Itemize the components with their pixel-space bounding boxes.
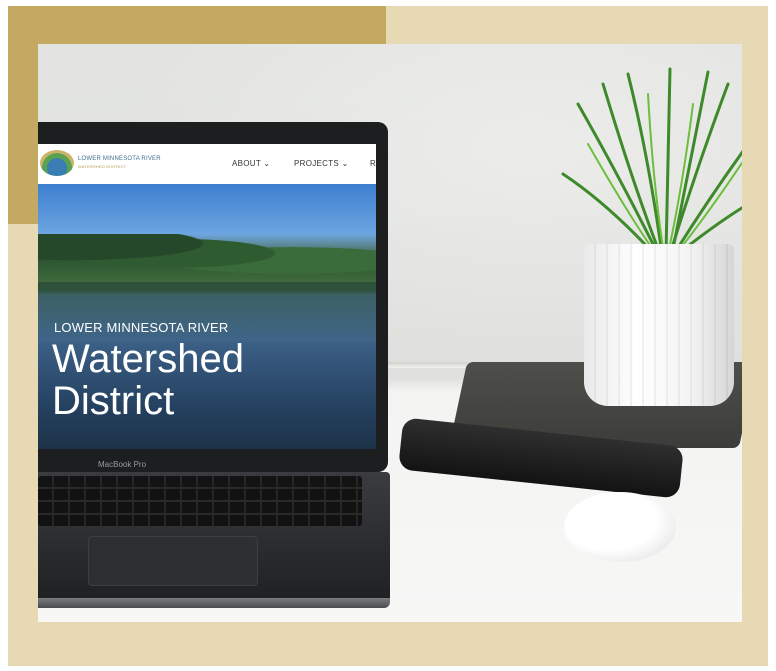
laptop-screen: LOWER MINNESOTA RIVER WATERSHED DISTRICT… [38, 144, 376, 449]
laptop-front-edge [38, 598, 390, 608]
hero-kicker: LOWER MINNESOTA RIVER [54, 320, 229, 335]
website-navbar: LOWER MINNESOTA RIVER WATERSHED DISTRICT… [38, 144, 376, 184]
workspace-photo: LOWER MINNESOTA RIVER WATERSHED DISTRICT… [38, 44, 742, 622]
hero-title-line2: District [52, 379, 175, 423]
hero-treeline [38, 234, 376, 282]
keyboard-rows [38, 476, 362, 526]
nav-projects[interactable]: PROJECTS ⌄ [294, 159, 349, 168]
logo-subtitle: WATERSHED DISTRICT [78, 164, 127, 169]
nav-about[interactable]: ABOUT ⌄ [232, 159, 270, 168]
logo-title: LOWER MINNESOTA RIVER [78, 156, 161, 162]
plant-leaves [561, 67, 742, 256]
laptop-brand-label: MacBook Pro [98, 460, 147, 469]
hero-title: Watershed District [52, 338, 244, 422]
site-logo-text[interactable]: LOWER MINNESOTA RIVER WATERSHED DISTRICT [78, 156, 161, 170]
watershed-logo-icon[interactable] [40, 150, 74, 176]
mouse [564, 492, 676, 562]
laptop-trackpad [88, 536, 258, 586]
plant-pot-ridges [584, 244, 734, 406]
hero-banner: LOWER MINNESOTA RIVER Watershed District [38, 184, 376, 449]
nav-truncated-item[interactable]: R [370, 159, 376, 168]
hero-title-line1: Watershed [52, 337, 244, 381]
